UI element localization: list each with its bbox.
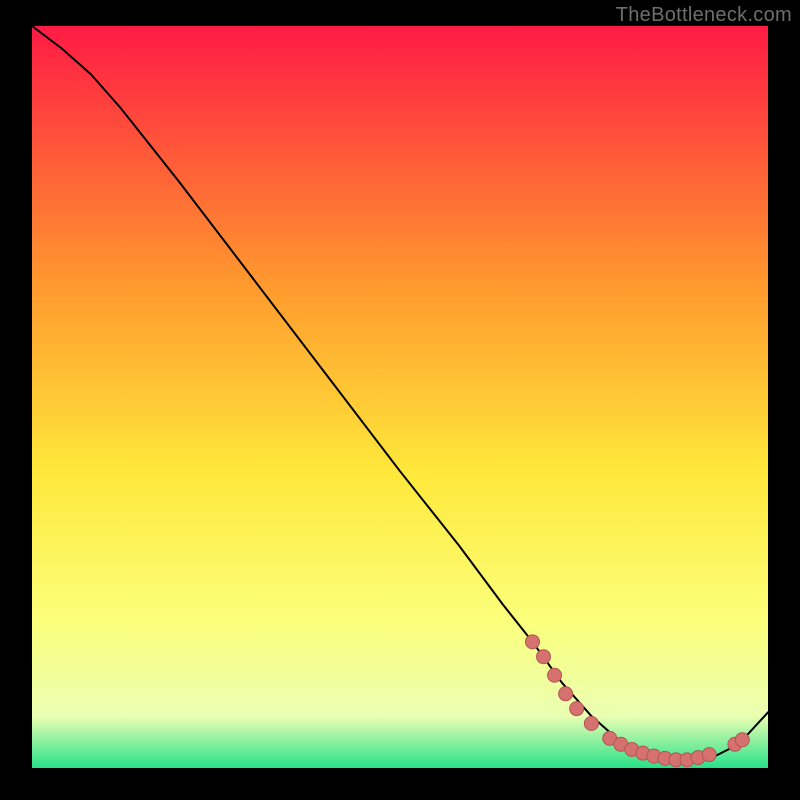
- chart-stage: TheBottleneck.com: [0, 0, 800, 800]
- chart-svg: [32, 26, 768, 768]
- curve-marker: [735, 733, 749, 747]
- curve-marker: [570, 702, 584, 716]
- watermark-text: TheBottleneck.com: [616, 4, 792, 27]
- gradient-background: [32, 26, 768, 768]
- curve-marker: [559, 687, 573, 701]
- plot-area: [32, 26, 768, 768]
- curve-marker: [548, 668, 562, 682]
- curve-marker: [537, 650, 551, 664]
- curve-marker: [525, 635, 539, 649]
- curve-marker: [702, 748, 716, 762]
- curve-marker: [584, 716, 598, 730]
